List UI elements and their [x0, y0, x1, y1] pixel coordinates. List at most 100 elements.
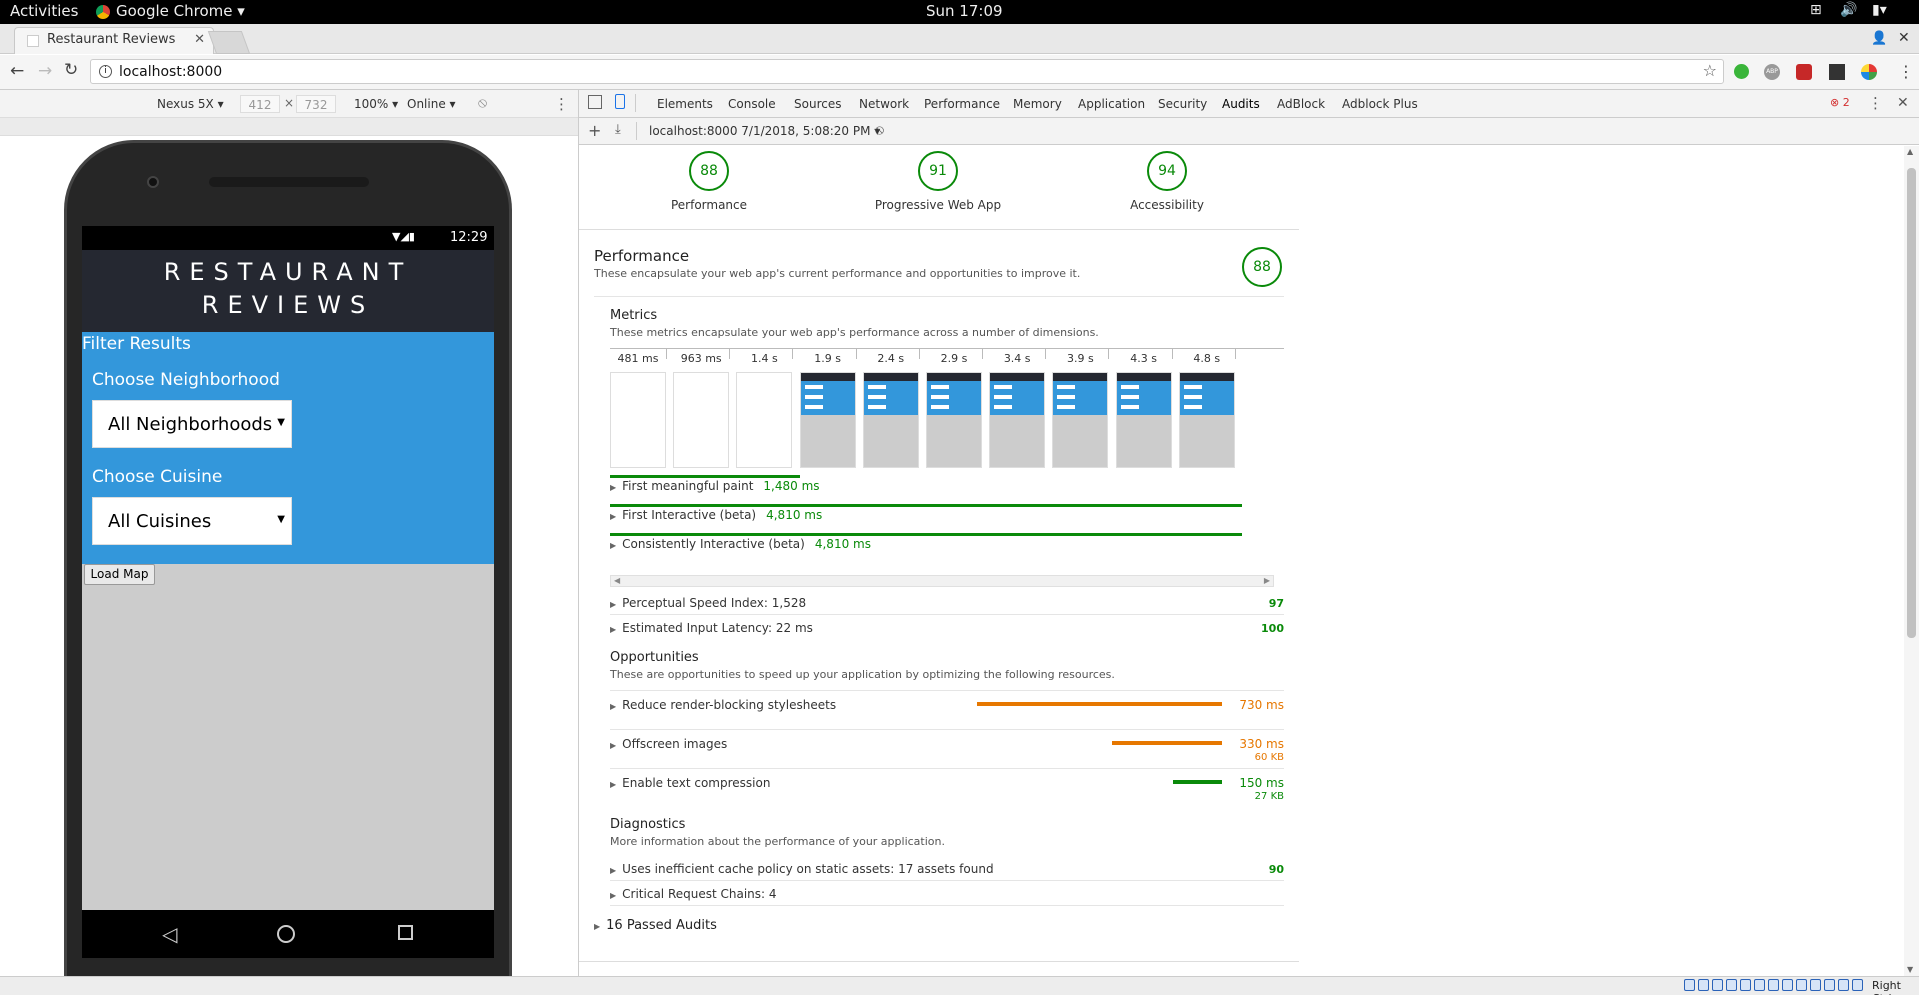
- filmstrip-frame[interactable]: [862, 372, 919, 468]
- height-input[interactable]: 732: [296, 95, 336, 113]
- browser-tab[interactable]: Restaurant Reviews ✕: [14, 27, 214, 54]
- load-map-button[interactable]: Load Map: [84, 564, 155, 585]
- accessibility-gauge[interactable]: 94: [1147, 151, 1187, 191]
- rotate-icon[interactable]: ⦸: [478, 95, 487, 111]
- clear-reports-icon[interactable]: ⦸: [875, 122, 884, 138]
- timeline-metric-row[interactable]: ▶ First Interactive (beta) 4,810 ms: [610, 508, 822, 522]
- new-tab-button[interactable]: [207, 31, 251, 54]
- extension-dark-icon[interactable]: [1829, 64, 1845, 80]
- network-icon[interactable]: ⊞: [1810, 2, 1822, 18]
- filmstrip-frame[interactable]: [736, 372, 793, 468]
- report-selector[interactable]: localhost:8000 7/1/2018, 5:08:20 PM ▾: [649, 124, 880, 138]
- filmstrip-frame[interactable]: [1052, 372, 1109, 468]
- android-recents-icon[interactable]: [398, 925, 413, 940]
- app-menu[interactable]: Google Chrome ▾: [116, 2, 245, 20]
- filmstrip-frame[interactable]: [673, 372, 730, 468]
- battery-icon[interactable]: ▮▾: [1872, 2, 1887, 18]
- tab-adblock-plus[interactable]: Adblock Plus: [1342, 97, 1418, 111]
- neighborhood-select[interactable]: All Neighborhoods ▼: [92, 400, 292, 448]
- network-throttle-select[interactable]: Online ▾: [407, 97, 456, 111]
- vm-tray-icon[interactable]: [1698, 979, 1709, 991]
- scroll-right-icon[interactable]: ▶: [1264, 576, 1270, 585]
- reload-icon[interactable]: ↻: [64, 60, 78, 80]
- android-home-icon[interactable]: [277, 925, 295, 943]
- vm-tray-icon[interactable]: [1796, 979, 1807, 991]
- device-select[interactable]: Nexus 5X ▾: [157, 97, 224, 111]
- tab-console[interactable]: Console: [728, 97, 776, 111]
- scroll-left-icon[interactable]: ◀: [614, 576, 620, 585]
- vm-tray-icon[interactable]: [1684, 979, 1695, 991]
- vm-tray-icon[interactable]: [1712, 979, 1723, 991]
- volume-icon[interactable]: 🔊: [1840, 2, 1857, 18]
- address-bar[interactable]: i localhost:8000 ☆: [90, 59, 1724, 84]
- profile-icon[interactable]: 👤: [1871, 31, 1887, 46]
- timeline-metric-row[interactable]: ▶ Consistently Interactive (beta) 4,810 ms: [610, 537, 871, 551]
- extension-red-icon[interactable]: [1796, 64, 1812, 80]
- vm-tray-icon[interactable]: [1852, 979, 1863, 991]
- device-toolbar-menu-icon[interactable]: ⋮: [554, 95, 569, 113]
- metric-row[interactable]: ▶ Estimated Input Latency: 22 ms: [610, 621, 813, 635]
- filmstrip-frame[interactable]: [989, 372, 1046, 468]
- vm-tray-icon[interactable]: [1740, 979, 1751, 991]
- scroll-up-icon[interactable]: ▲: [1907, 147, 1913, 156]
- android-back-icon[interactable]: ◁: [162, 922, 177, 946]
- color-picker-icon[interactable]: [1861, 64, 1877, 80]
- tab-network[interactable]: Network: [859, 97, 909, 111]
- abp-icon[interactable]: ABP: [1764, 64, 1780, 80]
- filmstrip-frame[interactable]: [926, 372, 982, 468]
- filmstrip-frame[interactable]: [1178, 372, 1235, 468]
- filmstrip-frame[interactable]: [1115, 372, 1172, 468]
- forward-icon[interactable]: →: [38, 61, 52, 81]
- activities-button[interactable]: Activities: [10, 2, 78, 20]
- width-input[interactable]: 412: [240, 95, 280, 113]
- diagnostic-row[interactable]: ▶ Critical Request Chains: 4: [610, 887, 777, 901]
- error-counter[interactable]: ⊗ 2: [1830, 96, 1850, 109]
- close-devtools-icon[interactable]: ✕: [1897, 95, 1909, 111]
- devtools-menu-icon[interactable]: ⋮: [1868, 94, 1883, 112]
- vm-tray-icon[interactable]: [1782, 979, 1793, 991]
- tab-performance[interactable]: Performance: [924, 97, 1000, 111]
- diagnostic-row[interactable]: ▶ Uses inefficient cache policy on static…: [610, 862, 994, 876]
- tab-memory[interactable]: Memory: [1013, 97, 1062, 111]
- vm-tray-icon[interactable]: [1754, 979, 1765, 991]
- device-mode-icon[interactable]: [615, 94, 625, 109]
- close-window-icon[interactable]: ✕: [1898, 30, 1910, 46]
- filmstrip-frame[interactable]: [799, 372, 856, 468]
- vm-tray-icon[interactable]: [1726, 979, 1737, 991]
- download-report-icon[interactable]: ⤓: [615, 122, 621, 137]
- report-scroll-thumb[interactable]: [1907, 168, 1916, 638]
- new-audit-icon[interactable]: +: [588, 121, 601, 140]
- pwa-gauge[interactable]: 91: [918, 151, 958, 191]
- back-icon[interactable]: ←: [10, 61, 24, 81]
- chrome-menu-icon[interactable]: ⋮: [1898, 62, 1914, 81]
- info-icon[interactable]: i: [99, 65, 112, 78]
- vm-tray-icon[interactable]: [1824, 979, 1835, 991]
- tab-security[interactable]: Security: [1158, 97, 1207, 111]
- clock[interactable]: Sun 17:09: [926, 2, 1003, 20]
- tab-audits[interactable]: Audits: [1222, 97, 1260, 120]
- filmstrip-frame[interactable]: [610, 372, 666, 468]
- passed-audits-toggle[interactable]: ▶ 16 Passed Audits: [594, 918, 717, 933]
- timeline-metric-row[interactable]: ▶ First meaningful paint 1,480 ms: [610, 479, 820, 493]
- filmstrip-scrollbar[interactable]: ◀ ▶: [610, 575, 1274, 587]
- vm-tray-icon[interactable]: [1768, 979, 1779, 991]
- opportunity-row[interactable]: ▶ Offscreen images: [610, 737, 727, 751]
- vm-tray-icon[interactable]: [1838, 979, 1849, 991]
- performance-gauge[interactable]: 88: [689, 151, 729, 191]
- opportunity-row[interactable]: ▶ Enable text compression: [610, 776, 770, 790]
- extension-icon[interactable]: [1734, 64, 1749, 79]
- opportunity-row[interactable]: ▶ Reduce render-blocking stylesheets: [610, 698, 836, 712]
- inspect-element-icon[interactable]: [588, 95, 602, 109]
- cuisine-select[interactable]: All Cuisines ▼: [92, 497, 292, 545]
- tab-elements[interactable]: Elements: [657, 97, 713, 111]
- bookmark-star-icon[interactable]: ☆: [1703, 61, 1717, 80]
- tab-sources[interactable]: Sources: [794, 97, 841, 111]
- metric-row[interactable]: ▶ Perceptual Speed Index: 1,528: [610, 596, 806, 610]
- tab-adblock[interactable]: AdBlock: [1277, 97, 1325, 111]
- tab-application[interactable]: Application: [1078, 97, 1145, 111]
- zoom-select[interactable]: 100% ▾: [354, 97, 398, 111]
- vm-tray-icon[interactable]: [1810, 979, 1821, 991]
- scroll-down-icon[interactable]: ▼: [1907, 965, 1913, 974]
- close-tab-icon[interactable]: ✕: [194, 32, 205, 47]
- media-query-ruler[interactable]: [0, 118, 578, 136]
